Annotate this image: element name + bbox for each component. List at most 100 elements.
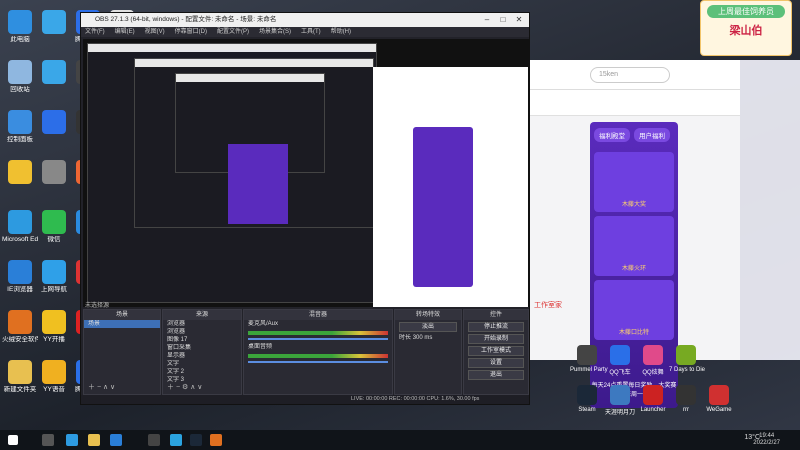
desktop-shortcut[interactable] — [36, 10, 72, 36]
menu-item[interactable]: 文件(F) — [85, 27, 105, 37]
promo-card[interactable]: 木藤口比特 — [594, 280, 674, 340]
promo-tab[interactable]: 福利殿堂 — [594, 128, 630, 142]
desktop-shortcut[interactable]: Launcher — [636, 385, 670, 413]
duration-input[interactable]: 300 ms — [413, 335, 433, 341]
promo-tab[interactable]: 用户福利 — [634, 128, 670, 142]
desktop-shortcut[interactable]: 新建文件夹 — [2, 360, 38, 394]
close-icon[interactable]: ✕ — [511, 13, 527, 27]
app-icon — [643, 385, 663, 405]
steam-taskbar-icon[interactable] — [190, 434, 202, 446]
shortcut-label: 控制面板 — [7, 136, 33, 143]
minimize-icon[interactable]: – — [479, 13, 495, 27]
control-button[interactable]: 停止推流 — [468, 322, 524, 332]
search-icon[interactable] — [42, 434, 54, 446]
source-item[interactable]: 文字 2 — [163, 368, 241, 376]
folder-icon[interactable] — [88, 434, 100, 446]
volume-slider[interactable] — [248, 361, 388, 363]
desktop-shortcut[interactable]: QQ炫舞 — [636, 345, 670, 376]
source-add-icon[interactable]: ＋ − ⚙ ∧ ∨ — [167, 382, 202, 392]
desktop-shortcut[interactable]: 回收站 — [2, 60, 38, 94]
windows-start-icon[interactable] — [8, 435, 18, 445]
scenes-dock: 场景 场景 ＋ − ∧ ∨ — [83, 309, 161, 395]
source-item[interactable]: 图像 17 — [163, 336, 241, 344]
desktop-shortcut[interactable] — [36, 160, 72, 186]
duration-label: 时长 — [399, 335, 412, 341]
control-button[interactable]: 开始录制 — [468, 334, 524, 344]
app-icon[interactable] — [170, 434, 182, 446]
obs-window[interactable]: OBS 27.1.3 (64-bit, windows) - 配置文件: 未命名… — [80, 12, 530, 405]
shortcut-label: Pummel Party — [570, 367, 608, 373]
app-icon — [42, 60, 66, 84]
browser-search-input[interactable]: 15ken — [590, 67, 670, 83]
shortcut-label: 天涯明月刀 — [604, 410, 635, 416]
app-icon — [8, 160, 32, 184]
desktop-shortcut[interactable]: 天涯明月刀 — [603, 385, 637, 416]
control-button[interactable]: 设置 — [468, 358, 524, 368]
scene-item[interactable]: 场景 — [84, 320, 160, 328]
desktop-shortcut[interactable]: rrr — [669, 385, 703, 413]
obs-taskbar-icon[interactable] — [148, 434, 160, 446]
mixer-channel-name: 麦克风/Aux — [248, 321, 279, 327]
desktop-shortcut[interactable]: Pummel Party — [570, 345, 608, 373]
browser-window[interactable]: 15ken 工作室家 福利殿堂 用户福利 木藤大奖 木藤火环 木藤口比特 每天2… — [530, 60, 740, 408]
volume-meter — [248, 354, 388, 358]
shortcut-label: WeGame — [706, 407, 732, 413]
promo-card-label: 木藤口比特 — [618, 330, 649, 336]
source-item[interactable]: 浏览器 — [163, 320, 241, 328]
volume-slider[interactable] — [248, 338, 388, 340]
desktop-shortcut[interactable]: QQ飞车 — [603, 345, 637, 376]
desktop-shortcut[interactable]: YY开播 — [36, 310, 72, 344]
desktop-shortcut[interactable]: 此电脑 — [2, 10, 38, 44]
menu-item[interactable]: 配置文件(P) — [217, 27, 249, 37]
desktop-shortcut[interactable]: 上网导航 — [36, 260, 72, 294]
shortcut-label: 回收站 — [10, 86, 30, 93]
desktop-shortcut[interactable]: 微信 — [36, 210, 72, 244]
desktop-shortcut[interactable] — [2, 160, 38, 186]
promo-card[interactable]: 木藤大奖 — [594, 152, 674, 212]
shortcut-label: 上网导航 — [41, 286, 67, 293]
mixer-dock: 混音器 麦克风/Aux 桌面音频 — [243, 309, 393, 395]
shortcut-label: Microsoft Edge — [2, 236, 38, 243]
menu-item[interactable]: 视图(V) — [145, 27, 165, 37]
clock[interactable]: 19:44 2022/2/27 — [753, 433, 780, 447]
app-icon — [8, 360, 32, 384]
preview-canvas[interactable] — [83, 39, 529, 307]
desktop-shortcut[interactable]: 火绒安全软件 — [2, 310, 38, 344]
source-item[interactable]: 窗口采集 — [163, 344, 241, 352]
desktop-shortcut[interactable]: WeGame — [702, 385, 736, 413]
menu-item[interactable]: 编辑(E) — [115, 27, 135, 37]
desktop-shortcut[interactable] — [36, 60, 72, 86]
source-item[interactable]: 文字 — [163, 360, 241, 368]
sources-dock: 来源 浏览器 浏览器 图像 17 窗口采集 显示器 文字 文字 2 文字 3 ＋ − ⚙ ∧ … — [162, 309, 242, 395]
app-icon — [8, 210, 32, 234]
source-item[interactable]: 显示器 — [163, 352, 241, 360]
store-icon[interactable] — [110, 434, 122, 446]
promo-card[interactable]: 木藤火环 — [594, 216, 674, 276]
desktop-shortcut[interactable]: Microsoft Edge — [2, 210, 38, 244]
app-icon[interactable] — [210, 434, 222, 446]
desktop-shortcut[interactable]: IE浏览器 — [2, 260, 38, 294]
menu-item[interactable]: 帮助(H) — [331, 27, 351, 37]
desktop-shortcut[interactable]: Steam — [570, 385, 604, 413]
scene-add-icon[interactable]: ＋ − ∧ ∨ — [88, 382, 115, 392]
transition-select[interactable]: 淡出 — [399, 322, 457, 332]
menu-item[interactable]: 场景集合(S) — [259, 27, 291, 37]
obs-docks: 场景 场景 ＋ − ∧ ∨ 来源 浏览器 浏览器 图像 17 窗口采集 显示器 文字 文字 … — [83, 309, 529, 395]
edge-icon[interactable] — [66, 434, 78, 446]
desktop-shortcut[interactable]: YY语音 — [36, 360, 72, 394]
menu-item[interactable]: 工具(T) — [301, 27, 321, 37]
window-title: OBS 27.1.3 (64-bit, windows) - 配置文件: 未命名… — [95, 16, 277, 23]
promo-thumb — [228, 144, 288, 224]
app-icon — [610, 385, 630, 405]
menu-item[interactable]: 停靠窗口(D) — [175, 27, 207, 37]
desktop-shortcut[interactable]: 控制面板 — [2, 110, 38, 144]
source-item[interactable]: 浏览器 — [163, 328, 241, 336]
app-icon — [42, 310, 66, 334]
desktop-shortcut[interactable] — [36, 110, 72, 136]
control-button[interactable]: 工作室模式 — [468, 346, 524, 356]
desktop-shortcut[interactable]: 7 Days to Die — [669, 345, 705, 373]
side-notice[interactable]: 工作室家 — [534, 300, 562, 310]
maximize-icon[interactable]: □ — [495, 13, 511, 27]
promo-card-label: 木藤大奖 — [621, 202, 646, 208]
control-button[interactable]: 退出 — [468, 370, 524, 380]
